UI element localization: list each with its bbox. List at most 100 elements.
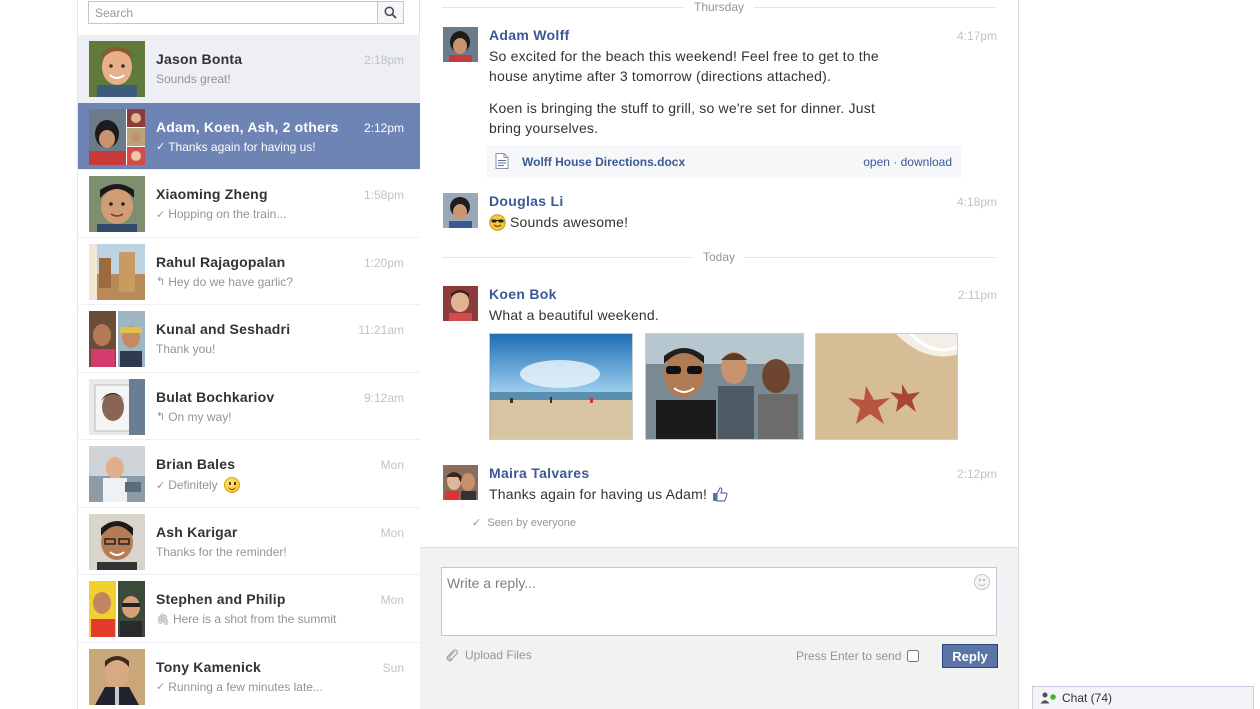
- search-input[interactable]: [89, 2, 375, 23]
- thread-snippet: ✓ Running a few minutes late...: [156, 680, 323, 694]
- sent-check-icon: ✓: [156, 681, 166, 693]
- press-enter-to-send[interactable]: Press Enter to send: [796, 649, 920, 663]
- thread-time: 9:12am: [363, 390, 404, 405]
- thread-snippet: Sounds great!: [156, 72, 231, 86]
- seen-check-icon: ✓: [472, 517, 482, 529]
- sent-check-icon: ✓: [156, 141, 166, 153]
- thread-snippet: Thank you!: [156, 342, 215, 356]
- day-label: Today: [692, 250, 746, 264]
- thread-item-xiaoming-zheng[interactable]: Xiaoming Zheng 1:58pm ✓ Hopping on the tr…: [78, 170, 420, 238]
- thumbs-up-icon: [713, 486, 728, 502]
- thread-name: Stephen and Philip: [156, 591, 286, 607]
- snippet-text: Definitely: [168, 478, 218, 492]
- sender-name[interactable]: Maira Talvares: [489, 465, 589, 481]
- press-enter-checkbox[interactable]: [907, 650, 920, 662]
- sunglasses-emoji-icon: [489, 213, 506, 231]
- reply-composer: Upload Files Press Enter to send Reply: [420, 547, 1018, 709]
- thread-list: Jason Bonta 2:18pm Sounds great! Adam, K…: [78, 35, 420, 709]
- message-time: 2:12pm: [956, 467, 997, 481]
- reply-input[interactable]: [442, 568, 962, 635]
- snippet-text: Running a few minutes late...: [168, 679, 323, 694]
- photo-friends-selfie[interactable]: [645, 333, 804, 440]
- reply-arrow-icon: ↰: [156, 411, 166, 423]
- day-divider-thursday: Thursday: [442, 0, 996, 14]
- upload-files-label: Upload Files: [465, 648, 532, 662]
- paperclip-icon: 🖇︎: [156, 613, 170, 626]
- message-body: Sounds awesome!: [489, 212, 628, 232]
- snippet-text: Thanks again for having us!: [168, 139, 316, 154]
- smiley-emoji-icon: [223, 477, 240, 493]
- thread-name: Ash Karigar: [156, 523, 238, 540]
- avatar: [89, 378, 145, 435]
- thread-name: Rahul Rajagopalan: [156, 253, 286, 270]
- open-link[interactable]: open: [863, 155, 890, 169]
- emoji-picker-icon[interactable]: [974, 574, 990, 590]
- thread-time: 2:12pm: [363, 120, 404, 135]
- thread-item-group-adam-koen[interactable]: Adam, Koen, Ash, 2 others 2:12pm ✓ Thanks…: [78, 102, 420, 170]
- conversation-list-panel: Jason Bonta 2:18pm Sounds great! Adam, K…: [77, 0, 420, 709]
- thread-name: Brian Bales: [156, 456, 236, 472]
- seen-receipt: ✓ Seen by everyone: [472, 516, 576, 529]
- photo-beach[interactable]: [489, 333, 633, 440]
- snippet-text: On my way!: [168, 409, 232, 424]
- search-box: [88, 1, 404, 24]
- thread-item-brian-bales[interactable]: Brian Bales Mon ✓ Definitely: [78, 440, 420, 508]
- thread-item-rahul-rajagopalan[interactable]: Rahul Rajagopalan 1:20pm ↰ Hey do we have…: [78, 237, 420, 305]
- group-avatar: [89, 311, 145, 367]
- search-button[interactable]: [377, 2, 403, 23]
- thread-name: Adam, Koen, Ash, 2 others: [156, 118, 339, 135]
- thread-time: Mon: [380, 458, 404, 472]
- thread-time: 11:21am: [358, 323, 404, 337]
- attachment-filename-link[interactable]: Wolff House Directions.docx: [522, 155, 685, 169]
- thread-time: 1:20pm: [363, 255, 404, 270]
- chat-bar[interactable]: Chat (74): [1032, 686, 1254, 709]
- thread-name: Tony Kamenick: [156, 658, 262, 675]
- message-time: 2:11pm: [957, 288, 997, 302]
- thread-item-kunal-and-seshadri[interactable]: Kunal and Seshadri 11:21am Thank you!: [78, 305, 420, 373]
- message-text: Thanks again for having us Adam!: [489, 486, 708, 502]
- avatar: [89, 41, 145, 97]
- separator: ·: [889, 155, 901, 169]
- thread-snippet: ✓ Definitely: [156, 477, 240, 493]
- avatar: [443, 286, 478, 321]
- snippet-text: Hey do we have garlic?: [168, 274, 293, 289]
- message-time: 4:17pm: [956, 29, 997, 43]
- thread-time: Mon: [380, 593, 404, 607]
- thread-name: Jason Bonta: [156, 51, 243, 67]
- sender-name[interactable]: Koen Bok: [489, 286, 557, 302]
- sender-name[interactable]: Douglas Li: [489, 193, 564, 209]
- attachment-card: Wolff House Directions.docx open · downl…: [487, 145, 961, 178]
- attachment-actions: open · download: [863, 155, 952, 169]
- snippet-text: Hopping on the train...: [168, 207, 287, 221]
- reply-button[interactable]: Reply: [942, 644, 998, 668]
- snippet-text: Here is a shot from the summit: [172, 612, 337, 626]
- thread-snippet: Thanks for the reminder!: [156, 545, 287, 559]
- chat-label: Chat (74): [1062, 691, 1113, 705]
- thread-item-tony-kamenick[interactable]: Tony Kamenick Sun ✓ Running a few minutes…: [78, 642, 420, 709]
- photo-starfish[interactable]: [815, 333, 958, 440]
- sent-check-icon: ✓: [156, 208, 166, 221]
- document-icon: [495, 153, 509, 169]
- message-text: Sounds awesome!: [510, 214, 629, 230]
- download-link[interactable]: download: [901, 155, 952, 169]
- sender-name[interactable]: Adam Wolff: [489, 27, 570, 43]
- press-enter-label: Press Enter to send: [796, 649, 902, 663]
- thread-item-jason-bonta[interactable]: Jason Bonta 2:18pm Sounds great!: [78, 35, 420, 103]
- avatar: [89, 648, 145, 705]
- upload-files-button[interactable]: Upload Files: [445, 648, 532, 662]
- message-text: What a beautiful weekend.: [489, 307, 659, 323]
- snippet-text: Sounds great!: [156, 72, 231, 86]
- day-divider-today: Today: [442, 250, 996, 264]
- thread-item-ash-karigar[interactable]: Ash Karigar Mon Thanks for the reminder!: [78, 507, 420, 575]
- thread-item-bulat-bochkariov[interactable]: Bulat Bochkariov 9:12am ↰ On my way!: [78, 372, 420, 440]
- snippet-text: Thank you!: [156, 342, 216, 356]
- reply-box: [441, 567, 997, 636]
- thread-item-stephen-and-philip[interactable]: Stephen and Philip Mon 🖇︎ Here is a shot …: [78, 575, 420, 643]
- message-douglas-li: Douglas Li 4:18pm Sounds awesome!: [443, 193, 997, 235]
- message-time: 4:18pm: [956, 195, 997, 209]
- message-text: bring yourselves.: [489, 120, 599, 136]
- avatar: [89, 513, 145, 570]
- avatar: [443, 193, 478, 228]
- message-body: Thanks again for having us Adam!: [489, 484, 728, 504]
- message-koen-bok: Koen Bok 2:11pm What a beautiful weekend…: [443, 286, 997, 326]
